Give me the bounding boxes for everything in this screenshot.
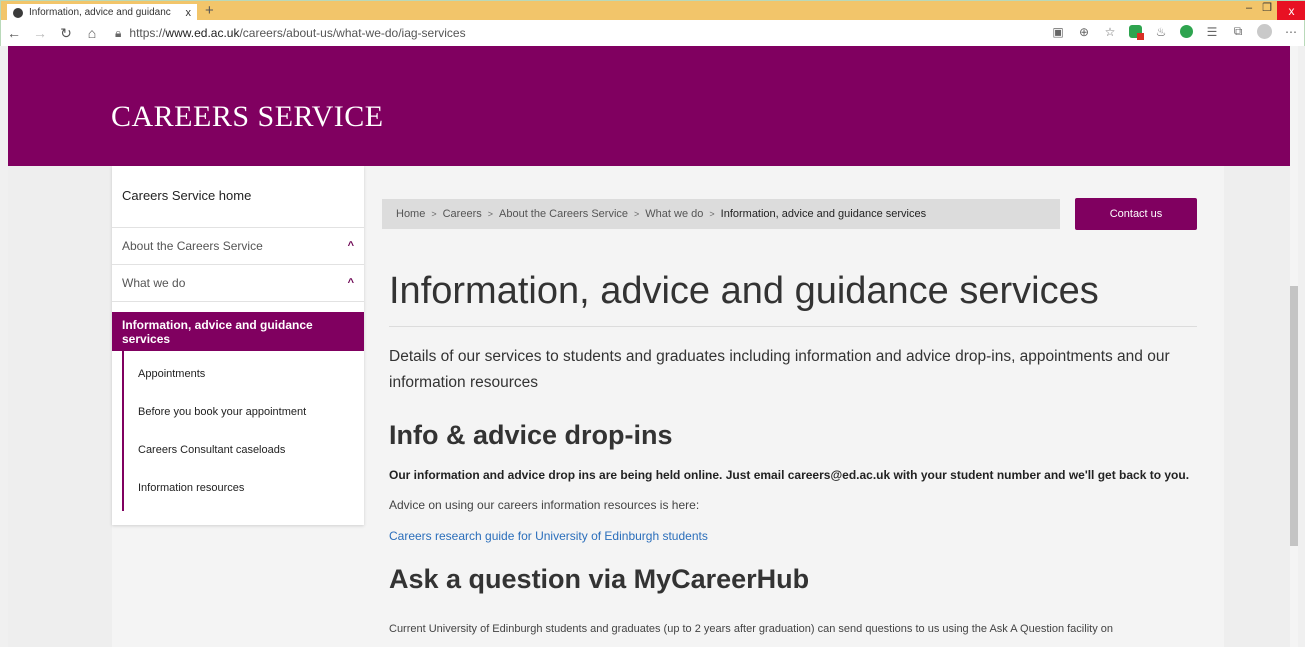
- url-domain: www.ed.ac.uk: [165, 26, 240, 40]
- browser-tab[interactable]: Information, advice and guidanc x: [7, 4, 197, 21]
- sidebar-item-label: What we do: [122, 276, 186, 290]
- web-page: CAREERS SERVICE Careers Service home Abo…: [8, 46, 1298, 647]
- breadcrumb-separator-icon: >: [709, 209, 715, 219]
- page-content: Careers Service home About the Careers S…: [112, 166, 1224, 647]
- address-bar: ← → ↻ ⌂ 🔒︎ https://www.ed.ac.uk/careers/…: [0, 20, 1305, 46]
- section-heading-dropins: Info & advice drop-ins: [389, 420, 673, 450]
- page-title: Information, advice and guidance service…: [389, 270, 1099, 312]
- breadcrumb-home[interactable]: Home: [396, 208, 425, 220]
- zoom-icon[interactable]: ⊕: [1077, 25, 1091, 39]
- sidebar-subitem-appointments[interactable]: Appointments: [138, 355, 364, 393]
- research-guide-link[interactable]: Careers research guide for University of…: [389, 529, 708, 543]
- tab-title: Information, advice and guidanc: [29, 7, 171, 18]
- breadcrumb-careers[interactable]: Careers: [443, 208, 482, 220]
- window-maximize-button[interactable]: ❐: [1259, 1, 1275, 14]
- breadcrumb-current: Information, advice and guidance service…: [720, 208, 927, 220]
- new-tab-button[interactable]: +: [205, 2, 214, 20]
- header-top-strip: [8, 46, 1298, 74]
- chevron-up-icon[interactable]: ^: [348, 240, 354, 252]
- window-close-button[interactable]: x: [1277, 1, 1305, 21]
- lock-icon: 🔒︎: [115, 25, 122, 40]
- dropins-text: Advice on using our careers information …: [389, 498, 700, 512]
- sidebar-item-about[interactable]: About the Careers Service ^: [112, 228, 364, 265]
- extension-leaf-icon[interactable]: ♨: [1154, 25, 1168, 39]
- sidebar-subitem-resources[interactable]: Information resources: [138, 469, 364, 507]
- browser-toolbar: ▣ ⊕ ☆ ♨ ☰ ⧉ ⋯: [1051, 24, 1298, 40]
- site-brand[interactable]: CAREERS SERVICE: [111, 100, 384, 134]
- reader-view-icon[interactable]: ▣: [1051, 25, 1065, 39]
- breadcrumb-about[interactable]: About the Careers Service: [499, 208, 628, 220]
- sidebar-subnav: Appointments Before you book your appoin…: [122, 351, 364, 511]
- dropins-bold-text: Our information and advice drop ins are …: [389, 468, 1190, 482]
- sidebar-item-home[interactable]: Careers Service home: [112, 166, 364, 228]
- browser-tab-bar: Information, advice and guidanc x + – ❐ …: [0, 0, 1305, 21]
- back-icon[interactable]: ←: [1, 25, 27, 41]
- ask-question-text: Current University of Edinburgh students…: [389, 623, 1113, 635]
- more-menu-icon[interactable]: ⋯: [1284, 25, 1298, 39]
- scrollbar-thumb[interactable]: [1290, 286, 1298, 546]
- window-minimize-button[interactable]: –: [1241, 2, 1257, 14]
- page-lead: Details of our services to students and …: [389, 348, 1170, 391]
- sidebar-item-label: About the Careers Service: [122, 239, 263, 253]
- tab-close-icon[interactable]: x: [186, 7, 192, 19]
- url-field[interactable]: https://www.ed.ac.uk/careers/about-us/wh…: [129, 26, 465, 40]
- profile-avatar-icon[interactable]: [1257, 24, 1272, 39]
- sidebar-nav: Careers Service home About the Careers S…: [112, 166, 364, 525]
- contact-us-button[interactable]: Contact us: [1075, 198, 1197, 230]
- favorite-star-icon[interactable]: ☆: [1103, 25, 1117, 39]
- title-divider: [389, 326, 1197, 327]
- breadcrumb-separator-icon: >: [487, 209, 493, 219]
- chevron-up-icon[interactable]: ^: [348, 277, 354, 289]
- site-favicon-icon: [13, 7, 23, 18]
- favorites-list-icon[interactable]: ☰: [1205, 25, 1219, 39]
- collections-icon[interactable]: ⧉: [1231, 24, 1245, 39]
- sidebar-item-what-we-do[interactable]: What we do ^: [112, 265, 364, 302]
- breadcrumb: Home > Careers > About the Careers Servi…: [382, 199, 1060, 229]
- sidebar-item-active[interactable]: Information, advice and guidance service…: [112, 312, 364, 351]
- url-path: /careers/about-us/what-we-do/iag-service…: [239, 26, 466, 40]
- breadcrumb-separator-icon: >: [431, 209, 437, 219]
- home-icon[interactable]: ⌂: [79, 25, 105, 41]
- grammarly-icon[interactable]: [1180, 25, 1193, 38]
- forward-icon[interactable]: →: [27, 25, 53, 41]
- refresh-icon[interactable]: ↻: [53, 25, 79, 42]
- breadcrumb-separator-icon: >: [634, 209, 640, 219]
- sidebar-subitem-caseloads[interactable]: Careers Consultant caseloads: [138, 431, 364, 469]
- site-header: CAREERS SERVICE: [8, 74, 1298, 166]
- extension-icon[interactable]: [1129, 25, 1144, 40]
- breadcrumb-what-we-do[interactable]: What we do: [645, 208, 703, 220]
- section-heading-ask-question: Ask a question via MyCareerHub: [389, 564, 810, 594]
- sidebar-subitem-before-booking[interactable]: Before you book your appointment: [138, 393, 364, 431]
